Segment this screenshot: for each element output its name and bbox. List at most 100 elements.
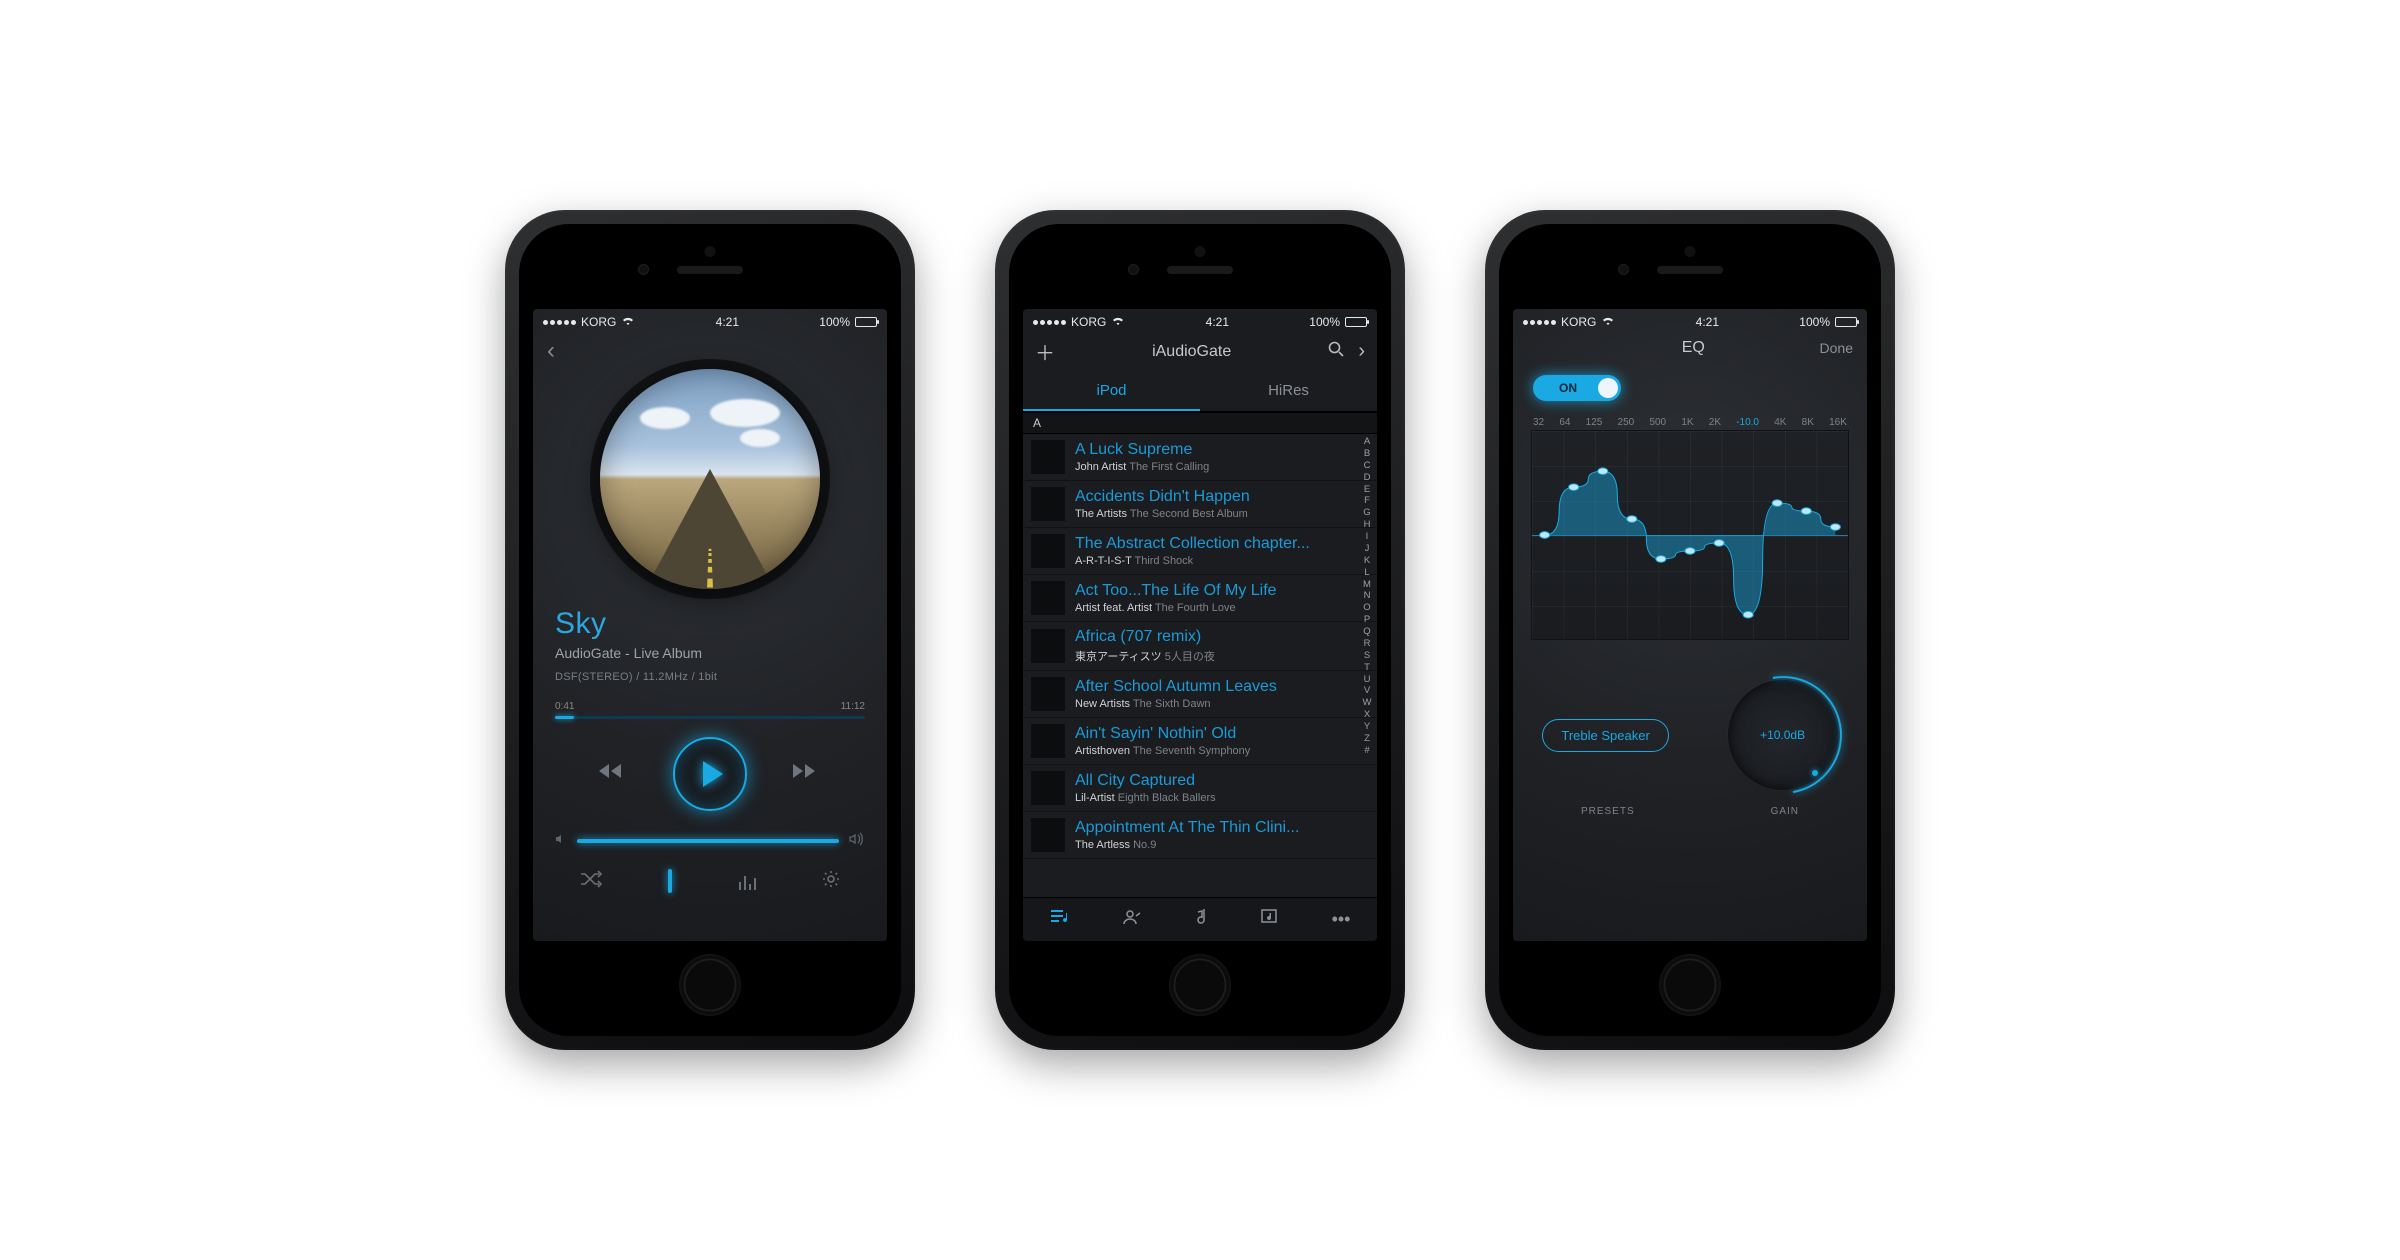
- home-button[interactable]: [1659, 954, 1721, 1016]
- wifi-icon: [1601, 315, 1615, 329]
- volume-slider[interactable]: [577, 839, 839, 843]
- song-row[interactable]: Appointment At The Thin Clini...The Artl…: [1023, 812, 1377, 859]
- index-letter[interactable]: D: [1364, 472, 1371, 484]
- frequency-bands[interactable]: 32 64 125 250 500 1K 2K -10.0 4K 8K 16K: [1513, 403, 1867, 430]
- repeat-button[interactable]: [668, 871, 672, 892]
- band-label[interactable]: 16K: [1829, 417, 1847, 428]
- index-letter[interactable]: N: [1364, 590, 1371, 602]
- tab-hires[interactable]: HiRes: [1200, 372, 1377, 411]
- index-letter[interactable]: J: [1365, 543, 1370, 555]
- library-screen: KORG 4:21 100% ＋ iAudioGate › iPod: [1023, 309, 1377, 941]
- eq-graph[interactable]: [1531, 430, 1849, 640]
- song-row[interactable]: After School Autumn LeavesNew Artists Th…: [1023, 671, 1377, 718]
- volume-low-icon: [555, 833, 567, 848]
- nav-albums[interactable]: [1261, 909, 1279, 930]
- time-duration: 11:12: [841, 701, 865, 712]
- index-letter[interactable]: G: [1363, 507, 1370, 519]
- index-letter[interactable]: Z: [1364, 733, 1370, 745]
- seek-slider[interactable]: [555, 716, 865, 719]
- song-list[interactable]: A Luck SupremeJohn Artist The First Call…: [1023, 434, 1377, 886]
- search-button[interactable]: [1328, 340, 1344, 363]
- tab-ipod[interactable]: iPod: [1023, 372, 1200, 411]
- song-row[interactable]: Africa (707 remix)東京アーティスツ 5人目の夜: [1023, 622, 1377, 671]
- index-letter[interactable]: E: [1364, 484, 1370, 496]
- preset-button[interactable]: Treble Speaker: [1542, 719, 1668, 752]
- index-letter[interactable]: I: [1366, 531, 1369, 543]
- index-letter[interactable]: M: [1363, 579, 1371, 591]
- band-label[interactable]: 4K: [1774, 417, 1786, 428]
- play-button[interactable]: [673, 737, 747, 811]
- prev-button[interactable]: [599, 762, 627, 786]
- song-title: Africa (707 remix): [1075, 628, 1215, 646]
- band-label[interactable]: 500: [1649, 417, 1666, 428]
- nav-playlists[interactable]: [1050, 909, 1070, 930]
- nav-songs[interactable]: [1194, 908, 1208, 931]
- home-button[interactable]: [679, 954, 741, 1016]
- song-thumb: [1031, 581, 1065, 615]
- index-letter[interactable]: O: [1363, 602, 1370, 614]
- index-letter[interactable]: Y: [1364, 721, 1370, 733]
- index-letter[interactable]: #: [1364, 745, 1369, 757]
- next-button[interactable]: [793, 762, 821, 786]
- song-row[interactable]: A Luck SupremeJohn Artist The First Call…: [1023, 434, 1377, 481]
- index-letter[interactable]: U: [1364, 674, 1371, 686]
- status-bar: KORG 4:21 100%: [533, 309, 887, 331]
- gain-value: +10.0dB: [1760, 728, 1805, 742]
- shuffle-button[interactable]: [580, 871, 602, 892]
- album-art[interactable]: [600, 369, 820, 589]
- song-title: A Luck Supreme: [1075, 441, 1209, 459]
- wifi-icon: [621, 315, 635, 329]
- index-letter[interactable]: H: [1364, 519, 1371, 531]
- add-button[interactable]: ＋: [1035, 337, 1055, 366]
- band-label[interactable]: 125: [1586, 417, 1603, 428]
- index-letter[interactable]: S: [1364, 650, 1370, 662]
- band-label[interactable]: -10.0: [1736, 417, 1759, 428]
- settings-button[interactable]: [822, 870, 840, 893]
- song-thumb: [1031, 440, 1065, 474]
- index-letter[interactable]: T: [1364, 662, 1370, 674]
- song-row[interactable]: Act Too...The Life Of My LifeArtist feat…: [1023, 575, 1377, 622]
- gain-knob[interactable]: +10.0dB: [1728, 680, 1838, 790]
- song-row[interactable]: The Abstract Collection chapter... A-R-T-…: [1023, 528, 1377, 575]
- song-row[interactable]: Ain't Sayin' Nothin' OldArtisthoven The …: [1023, 718, 1377, 765]
- song-meta: A-R-T-I-S-T Third Shock: [1075, 555, 1310, 567]
- song-row[interactable]: Accidents Didn't HappenThe Artists The S…: [1023, 481, 1377, 528]
- library-tabs: iPod HiRes: [1023, 372, 1377, 412]
- song-thumb: [1031, 771, 1065, 805]
- band-label[interactable]: 2K: [1709, 417, 1721, 428]
- phone-player: KORG 4:21 100% ‹: [505, 210, 915, 1050]
- playlist-icon: [1050, 909, 1070, 925]
- index-letter[interactable]: W: [1363, 697, 1372, 709]
- nav-artists[interactable]: [1123, 909, 1141, 930]
- index-letter[interactable]: L: [1364, 567, 1369, 579]
- band-label[interactable]: 8K: [1802, 417, 1814, 428]
- nav-more[interactable]: •••: [1332, 909, 1351, 930]
- index-letter[interactable]: A: [1364, 436, 1370, 448]
- index-letter[interactable]: V: [1364, 685, 1370, 697]
- band-label[interactable]: 32: [1533, 417, 1544, 428]
- index-letter[interactable]: K: [1364, 555, 1370, 567]
- band-label[interactable]: 64: [1559, 417, 1570, 428]
- band-label[interactable]: 250: [1618, 417, 1635, 428]
- band-label[interactable]: 1K: [1681, 417, 1693, 428]
- index-letter[interactable]: P: [1364, 614, 1370, 626]
- index-letter[interactable]: B: [1364, 448, 1370, 460]
- signal-dots-icon: [1033, 320, 1066, 325]
- forward-button[interactable]: ›: [1358, 340, 1365, 363]
- equalizer-button[interactable]: [739, 874, 756, 890]
- home-button[interactable]: [1169, 954, 1231, 1016]
- status-bar: KORG 4:21 100%: [1023, 309, 1377, 331]
- battery-pct-label: 100%: [1309, 315, 1340, 329]
- index-letter[interactable]: X: [1364, 709, 1370, 721]
- song-row[interactable]: All City CapturedLil-Artist Eighth Black…: [1023, 765, 1377, 812]
- index-letter[interactable]: C: [1364, 460, 1371, 472]
- index-letter[interactable]: Q: [1363, 626, 1370, 638]
- back-button[interactable]: ‹: [547, 337, 555, 364]
- song-title: The Abstract Collection chapter...: [1075, 535, 1310, 553]
- eq-on-toggle[interactable]: ON: [1533, 375, 1621, 401]
- done-button[interactable]: Done: [1820, 340, 1853, 356]
- clock-label: 4:21: [1696, 315, 1719, 329]
- index-letter[interactable]: F: [1364, 495, 1370, 507]
- index-letter[interactable]: R: [1364, 638, 1371, 650]
- alpha-index[interactable]: ABCDEFGHIJKLMNOPQRSTUVWXYZ#: [1359, 434, 1375, 886]
